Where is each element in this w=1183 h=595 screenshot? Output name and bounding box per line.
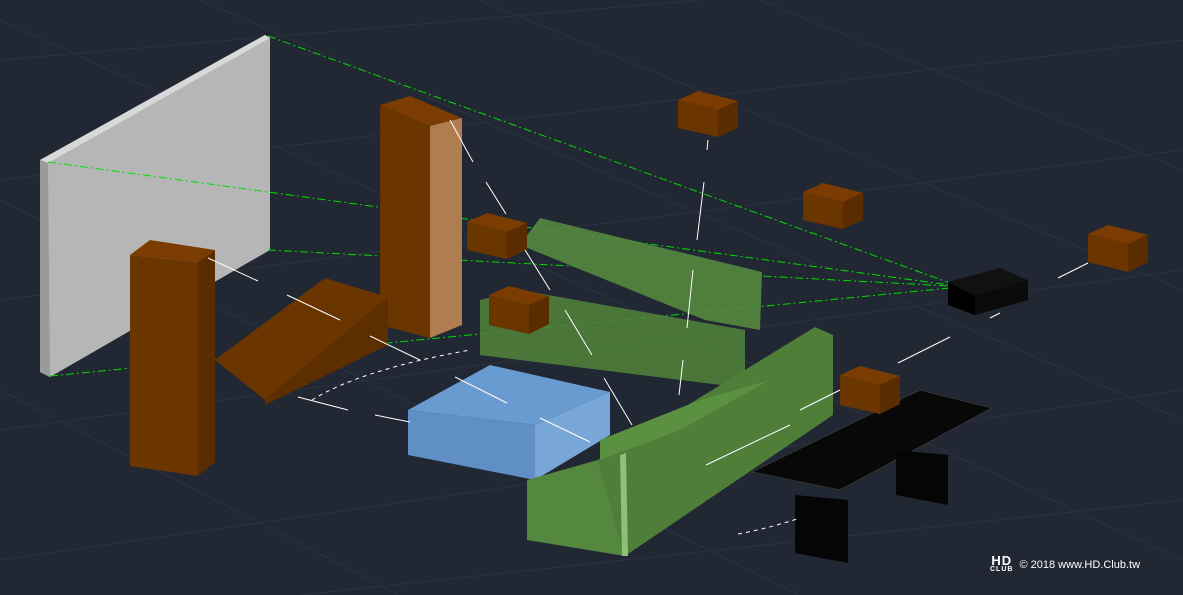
coffee-table[interactable] bbox=[408, 365, 610, 480]
speaker-cube bbox=[467, 213, 527, 259]
projector[interactable] bbox=[948, 268, 1028, 315]
center-speaker[interactable] bbox=[215, 278, 388, 405]
watermark: HD CLUB © 2018 www.HD.Club.tw bbox=[990, 553, 1141, 574]
hdclub-logo: HD CLUB bbox=[990, 553, 1014, 573]
speaker-cube bbox=[678, 91, 738, 137]
copyright-text: © 2018 www.HD.Club.tw bbox=[1019, 559, 1141, 571]
speaker-cube bbox=[803, 183, 863, 229]
speaker-cube bbox=[1088, 225, 1148, 272]
speaker-cube bbox=[489, 286, 549, 334]
cad-viewport[interactable]: HD CLUB © 2018 www.HD.Club.tw bbox=[0, 0, 1183, 595]
tall-speaker-left[interactable] bbox=[130, 240, 215, 476]
tall-speaker-right[interactable] bbox=[380, 96, 462, 338]
scene-3d bbox=[0, 0, 1183, 595]
speaker-cube bbox=[840, 366, 900, 414]
